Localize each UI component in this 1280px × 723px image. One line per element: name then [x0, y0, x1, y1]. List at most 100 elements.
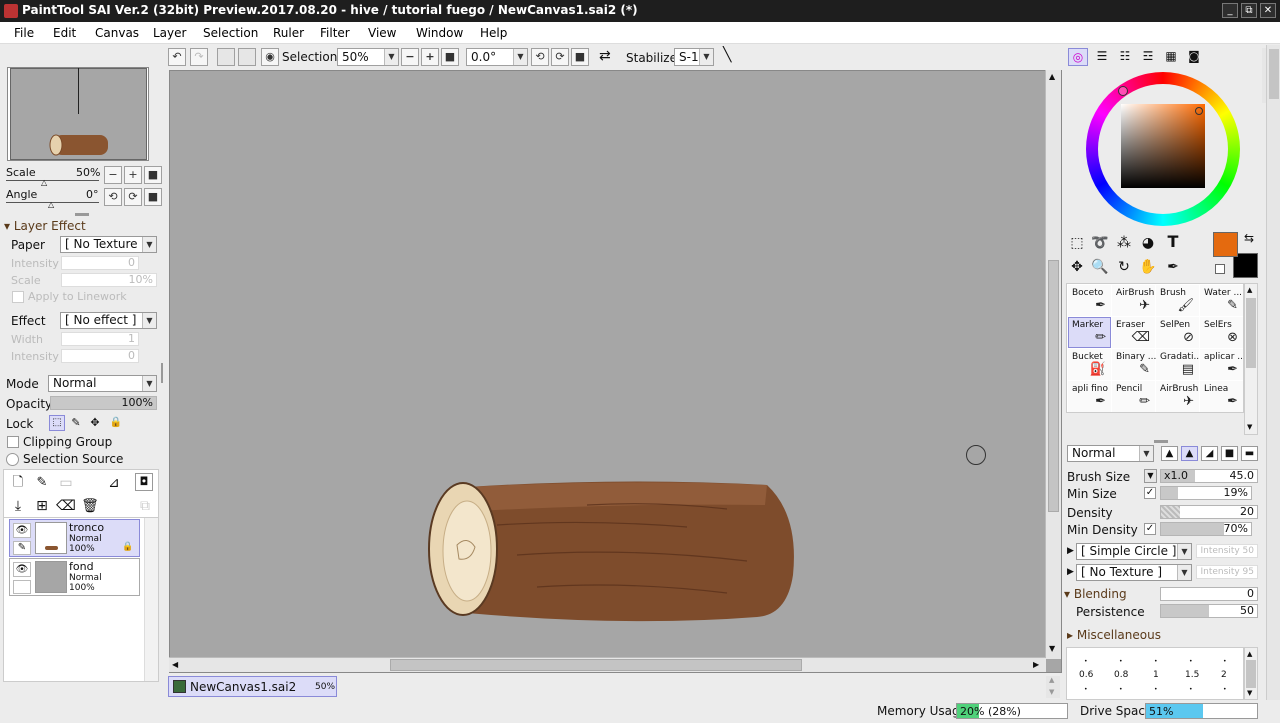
preset-size-2[interactable]: 1 [1153, 670, 1159, 680]
menu-view[interactable]: View [368, 26, 396, 40]
zoom-reset-button[interactable]: ■ [441, 48, 459, 66]
brush-shape-square-icon[interactable]: ▬ [1241, 446, 1258, 461]
zoom-in-button[interactable]: + [421, 48, 439, 66]
straight-line-icon[interactable]: ╲ [723, 47, 731, 63]
preset-size-3[interactable]: 1.5 [1185, 670, 1199, 680]
scroll-down-icon[interactable]: ▼ [1247, 423, 1252, 431]
swatches-tab-icon[interactable]: ▦ [1161, 48, 1181, 66]
minimize-button[interactable]: _ [1222, 3, 1238, 18]
color-wheel-tab-icon[interactable]: ◎ [1068, 48, 1088, 66]
document-tab[interactable]: NewCanvas1.sai2 50% [168, 676, 337, 697]
blend-mode-select[interactable]: Normal ▼ [1067, 445, 1154, 462]
right-panel-scroll-thumb[interactable] [1269, 49, 1279, 99]
horizontal-scroll-thumb[interactable] [390, 659, 802, 671]
min-size-checkbox[interactable]: ✓ [1144, 487, 1156, 499]
sv-picker-handle[interactable] [1195, 107, 1203, 115]
zoom-tool-icon[interactable]: 🔍 [1090, 257, 1110, 277]
preset-size-1[interactable]: 0.8 [1114, 670, 1128, 680]
tool-cell[interactable]: aplicar ... ✒ [1200, 349, 1246, 380]
eye-icon[interactable]: 👁 [13, 562, 31, 577]
canvas-vertical-scrollbar[interactable]: ▲ ▼ [1045, 70, 1061, 659]
new-folder-icon[interactable]: ▭ [56, 473, 76, 493]
new-layer-icon[interactable]: 🗋 [8, 473, 28, 493]
swap-colors-icon[interactable]: ⇆ [1244, 231, 1254, 245]
tool-cell[interactable]: SelErs ⊗ [1200, 317, 1243, 348]
restore-button[interactable]: ⧉ [1241, 3, 1257, 18]
tool-cell[interactable]: SelPen ⊘ [1156, 317, 1199, 348]
foreground-color-swatch[interactable] [1213, 232, 1238, 257]
color-mixer-tab-icon[interactable]: ☲ [1138, 48, 1158, 66]
tool-cell[interactable]: Brush 🖌 [1156, 285, 1199, 316]
brush-shape-soft-icon[interactable]: ◢ [1201, 446, 1218, 461]
menu-filter[interactable]: Filter [320, 26, 350, 40]
lock-move-icon[interactable]: ✥ [87, 415, 103, 431]
texture-intensity-slider[interactable]: Intensity 95 [1196, 565, 1258, 579]
invert-selection-button[interactable] [238, 48, 256, 66]
transfer-down-icon[interactable]: ⤓ [8, 496, 28, 516]
merge-down-icon[interactable]: ⊞ [32, 496, 52, 516]
zoom-select[interactable]: 50% ▼ [337, 48, 399, 66]
tool-cell[interactable]: Gradati... ▤ [1156, 349, 1202, 380]
min-size-slider[interactable]: 19% [1160, 486, 1252, 500]
expand-texture-icon[interactable]: ▶ [1067, 567, 1074, 577]
move-tool-icon[interactable]: ✥ [1067, 257, 1087, 277]
scale-handle[interactable]: △ [41, 178, 47, 187]
scale-decrease-button[interactable]: − [104, 166, 122, 184]
apply-linework-checkbox[interactable] [12, 291, 24, 303]
miscellaneous-header[interactable]: ▸ Miscellaneous [1067, 628, 1161, 642]
brush-size-slider[interactable]: x1.0 45.0 [1160, 469, 1258, 483]
brush-shape-sharp-icon[interactable]: ▲ [1161, 446, 1178, 461]
splitter-handle[interactable] [75, 213, 89, 216]
preset-size-0[interactable]: 0.6 [1079, 670, 1093, 680]
blending-header[interactable]: ▾ Blending [1064, 587, 1127, 601]
effect-intensity-slider[interactable]: 0 [61, 349, 139, 363]
persistence-slider[interactable]: 50 [1160, 604, 1258, 618]
tool-cell[interactable]: Eraser ⌫ [1112, 317, 1155, 348]
delete-layer-icon[interactable]: 🗑 [80, 496, 100, 516]
rotate-cw-button[interactable]: ⟳ [551, 48, 569, 66]
lasso-icon[interactable]: ➰ [1090, 233, 1110, 253]
clipping-group-checkbox[interactable] [7, 436, 19, 448]
lock-transparency-icon[interactable]: ⬚ [49, 415, 65, 431]
layer-option-box[interactable] [13, 580, 31, 594]
effect-select[interactable]: [ No effect ] ▼ [60, 312, 157, 329]
paper-select[interactable]: [ No Texture ] ▼ [60, 236, 157, 253]
select-layer-icon[interactable]: ◕ [1138, 233, 1158, 253]
rect-select-icon[interactable]: ⬚ [1067, 233, 1087, 253]
text-tool-icon[interactable]: T [1163, 232, 1183, 252]
scroll-up-icon[interactable]: ▲ [1247, 286, 1252, 294]
mode-select[interactable]: Normal ▼ [48, 375, 157, 392]
tool-cell[interactable]: Marker ✏ [1068, 317, 1111, 348]
menu-ruler[interactable]: Ruler [273, 26, 304, 40]
menu-file[interactable]: File [14, 26, 34, 40]
brush-texture-select[interactable]: [ No Texture ] ▼ [1076, 564, 1192, 581]
stabilizer-select[interactable]: S-1 ▼ [674, 48, 714, 66]
linework-pen-icon[interactable]: ✎ [13, 541, 31, 555]
angle-handle[interactable]: △ [48, 200, 54, 209]
menu-selection[interactable]: Selection [203, 26, 258, 40]
expand-shape-icon[interactable]: ▶ [1067, 546, 1074, 556]
tool-cell[interactable]: Bucket ⛽ [1068, 349, 1111, 380]
opacity-slider[interactable]: 100% [50, 396, 157, 410]
presets-scroll-thumb[interactable] [1246, 660, 1256, 688]
scale-increase-button[interactable]: + [124, 166, 142, 184]
right-panel-scrollbar[interactable] [1266, 45, 1280, 700]
eyedropper-icon[interactable]: ✒ [1163, 257, 1183, 277]
undo-button[interactable]: ↶ [168, 48, 186, 66]
layer-list-scrollbar[interactable] [144, 518, 158, 681]
tool-cell[interactable]: Boceto ✒ [1068, 285, 1111, 316]
tool-cell[interactable]: Water ... ✎ [1200, 285, 1243, 316]
menu-window[interactable]: Window [416, 26, 463, 40]
rotate-reset-button[interactable]: ■ [571, 48, 589, 66]
navigator-preview[interactable] [7, 67, 149, 161]
tool-cell[interactable]: Pencil ✏ [1112, 381, 1155, 412]
tool-cell[interactable]: AirBrush ✈ [1112, 285, 1155, 316]
angle-select[interactable]: 0.0° ▼ [466, 48, 528, 66]
zoom-out-button[interactable]: − [401, 48, 419, 66]
hand-tool-icon[interactable]: ✋ [1138, 257, 1158, 277]
scale-track[interactable] [6, 180, 99, 181]
min-density-checkbox[interactable]: ✓ [1144, 523, 1156, 535]
lock-paint-icon[interactable]: ✎ [68, 415, 84, 431]
canvas-horizontal-scrollbar[interactable]: ◀ ▶ [169, 657, 1046, 672]
min-density-slider[interactable]: 70% [1160, 522, 1252, 536]
